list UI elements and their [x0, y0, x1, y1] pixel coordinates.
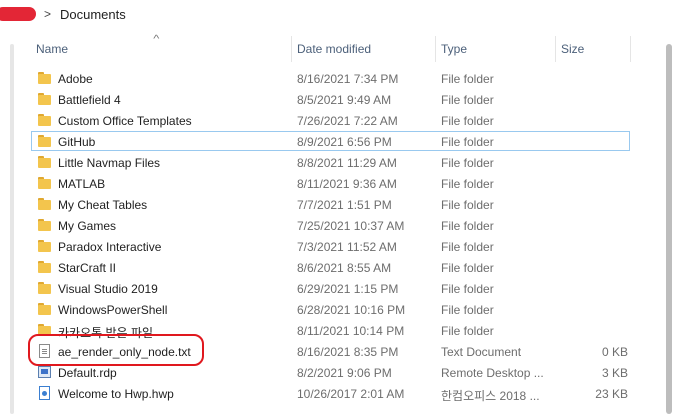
file-type: File folder	[441, 114, 494, 128]
file-row[interactable]: Visual Studio 2019 6/29/2021 1:15 PM File …	[31, 278, 630, 298]
file-type: File folder	[441, 219, 494, 233]
file-date-modified: 7/25/2021 10:37 AM	[297, 219, 405, 233]
folder-icon	[38, 281, 52, 295]
file-date-modified: 7/26/2021 7:22 AM	[297, 114, 398, 128]
file-type: Text Document	[441, 345, 522, 359]
folder-icon	[38, 71, 52, 85]
file-name: Default.rdp	[58, 366, 117, 380]
file-type: Remote Desktop ...	[441, 366, 544, 380]
file-date-modified: 8/6/2021 8:55 AM	[297, 261, 392, 275]
file-size: 0 KB	[601, 345, 628, 359]
file-date-modified: 6/28/2021 10:16 PM	[297, 303, 406, 317]
redacted-location-mark	[0, 7, 36, 21]
file-name: Little Navmap Files	[58, 156, 161, 170]
file-type: File folder	[441, 198, 494, 212]
left-scrollbar[interactable]	[8, 36, 16, 419]
file-date-modified: 8/8/2021 11:29 AM	[297, 156, 397, 170]
file-date-modified: 8/5/2021 9:49 AM	[297, 93, 392, 107]
folder-icon	[38, 155, 52, 169]
column-divider[interactable]	[291, 36, 292, 62]
folder-icon	[38, 134, 52, 148]
file-type: File folder	[441, 93, 494, 107]
file-name: Battlefield 4	[58, 93, 121, 107]
file-row[interactable]: My Cheat Tables 7/7/2021 1:51 PM File fold…	[31, 194, 630, 214]
column-divider[interactable]	[435, 36, 436, 62]
file-name: MATLAB	[58, 177, 106, 191]
file-type: File folder	[441, 135, 494, 149]
file-type: File folder	[441, 177, 494, 191]
file-date-modified: 8/16/2021 8:35 PM	[297, 345, 399, 359]
file-type: File folder	[441, 303, 494, 317]
file-row[interactable]: My Games 7/25/2021 10:37 AM File folder	[31, 215, 630, 235]
remote-desktop-icon	[38, 366, 51, 378]
file-name: StarCraft II	[58, 261, 117, 275]
file-row[interactable]: GitHub 8/9/2021 6:56 PM File folder	[31, 131, 630, 151]
folder-icon	[38, 239, 52, 253]
sort-ascending-icon: ^	[153, 34, 160, 45]
file-type: File folder	[441, 240, 494, 254]
file-name: My Games	[58, 219, 117, 233]
file-date-modified: 7/3/2021 11:52 AM	[297, 240, 397, 254]
file-type: File folder	[441, 261, 494, 275]
folder-icon	[38, 113, 52, 127]
file-row[interactable]: Paradox Interactive 7/3/2021 11:52 AM File…	[31, 236, 630, 256]
address-bar[interactable]: > Documents	[0, 0, 676, 30]
folder-icon	[38, 302, 52, 316]
hwp-document-icon	[39, 386, 50, 400]
file-type: File folder	[441, 282, 494, 296]
file-date-modified: 8/2/2021 9:06 PM	[297, 366, 392, 380]
file-row[interactable]: Little Navmap Files 8/8/2021 11:29 AM File…	[31, 152, 630, 172]
vertical-scrollbar[interactable]	[662, 36, 676, 419]
column-divider[interactable]	[555, 36, 556, 62]
file-type: File folder	[441, 324, 494, 338]
folder-icon	[38, 92, 52, 106]
red-annotation-circle	[28, 334, 204, 366]
left-scrollbar-thumb[interactable]	[10, 44, 14, 414]
file-date-modified: 10/26/2017 2:01 AM	[297, 387, 405, 401]
file-type: File folder	[441, 156, 494, 170]
file-name: Paradox Interactive	[58, 240, 162, 254]
file-type: 한컴오피스 2018 ...	[441, 389, 540, 403]
folder-icon	[38, 197, 52, 211]
column-divider[interactable]	[630, 36, 631, 62]
file-size: 3 KB	[601, 366, 628, 380]
file-row[interactable]: Adobe 8/16/2021 7:34 PM File folder	[31, 68, 630, 88]
file-name: GitHub	[58, 135, 96, 149]
file-date-modified: 6/29/2021 1:15 PM	[297, 282, 399, 296]
file-date-modified: 8/9/2021 6:56 PM	[297, 135, 392, 149]
file-name: Custom Office Templates	[58, 114, 192, 128]
column-header-name[interactable]: Name	[36, 42, 68, 56]
file-row[interactable]: Custom Office Templates 7/26/2021 7:22 AM…	[31, 110, 630, 130]
file-name: Visual Studio 2019	[58, 282, 158, 296]
file-date-modified: 8/16/2021 7:34 PM	[297, 72, 399, 86]
scrollbar-thumb[interactable]	[666, 44, 672, 414]
file-date-modified: 8/11/2021 9:36 AM	[297, 177, 397, 191]
column-header-bar: ^ Name Date modified Type Size	[0, 34, 676, 62]
file-name: Adobe	[58, 72, 93, 86]
file-name: Welcome to Hwp.hwp	[58, 387, 174, 401]
folder-icon	[38, 176, 52, 190]
file-row[interactable]: Battlefield 4 8/5/2021 9:49 AM File folder	[31, 89, 630, 109]
file-row[interactable]: StarCraft II 8/6/2021 8:55 AM File folder	[31, 257, 630, 277]
file-row[interactable]: WindowsPowerShell 6/28/2021 10:16 PM File …	[31, 299, 630, 319]
file-name: My Cheat Tables	[58, 198, 148, 212]
file-row[interactable]: MATLAB 8/11/2021 9:36 AM File folder	[31, 173, 630, 193]
column-header-type[interactable]: Type	[441, 42, 467, 56]
file-size: 23 KB	[595, 387, 628, 401]
file-date-modified: 8/11/2021 10:14 PM	[297, 324, 405, 338]
breadcrumb-chevron[interactable]: >	[44, 7, 51, 21]
column-header-size[interactable]: Size	[561, 42, 584, 56]
breadcrumb-documents[interactable]: Documents	[60, 7, 126, 22]
file-date-modified: 7/7/2021 1:51 PM	[297, 198, 392, 212]
file-row[interactable]: Welcome to Hwp.hwp 10/26/2017 2:01 AM 한컴오피…	[31, 383, 630, 403]
folder-icon	[38, 260, 52, 274]
file-name: WindowsPowerShell	[58, 303, 168, 317]
file-type: File folder	[441, 72, 494, 86]
folder-icon	[38, 218, 52, 232]
column-header-date[interactable]: Date modified	[297, 42, 371, 56]
